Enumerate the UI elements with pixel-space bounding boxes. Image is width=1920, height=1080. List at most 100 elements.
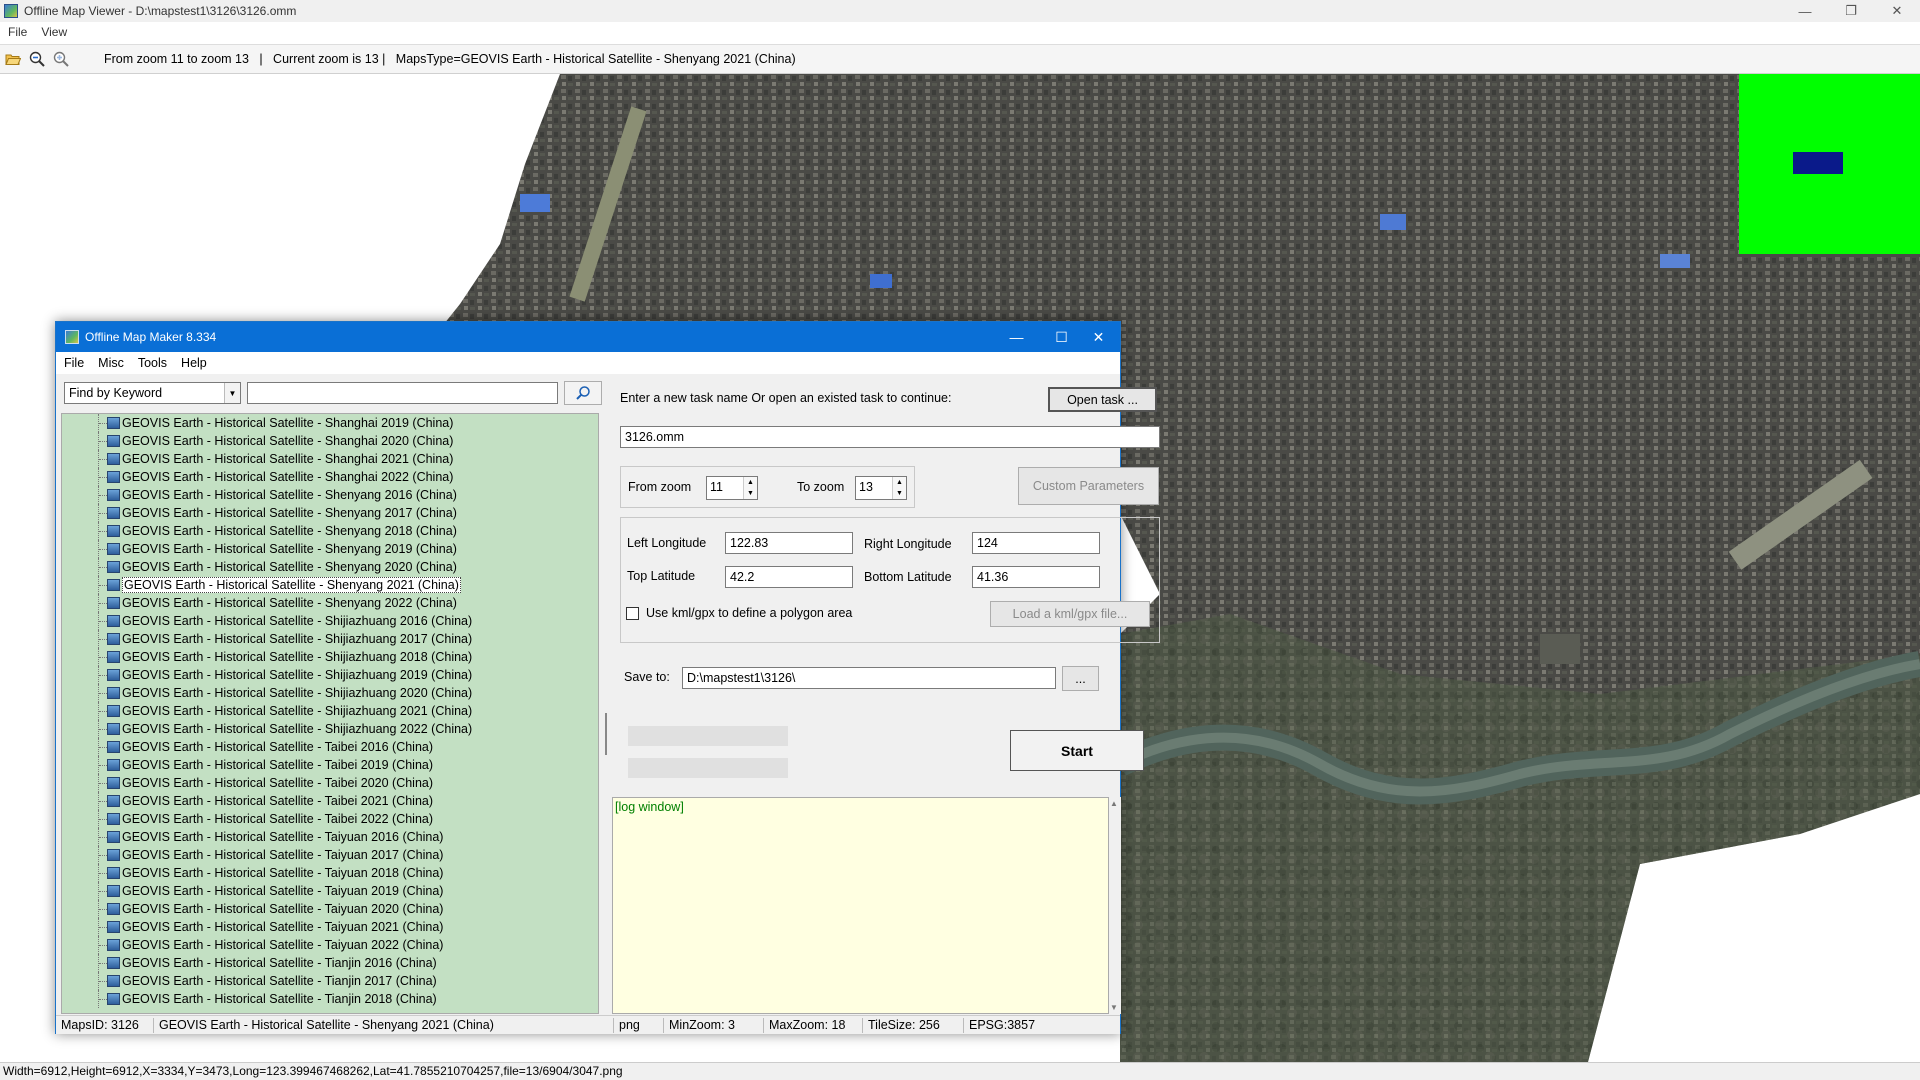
list-scrollbar[interactable] bbox=[603, 413, 609, 1014]
list-item[interactable]: GEOVIS Earth - Historical Satellite - Sh… bbox=[62, 576, 598, 594]
right-longitude-label: Right Longitude bbox=[864, 537, 952, 551]
list-item[interactable]: GEOVIS Earth - Historical Satellite - Sh… bbox=[62, 468, 598, 486]
list-item[interactable]: GEOVIS Earth - Historical Satellite - Ta… bbox=[62, 918, 598, 936]
bottom-latitude-input[interactable]: 41.36 bbox=[972, 566, 1100, 588]
list-item[interactable]: GEOVIS Earth - Historical Satellite - Ta… bbox=[62, 792, 598, 810]
list-item-label: GEOVIS Earth - Historical Satellite - Ti… bbox=[122, 974, 437, 988]
map-tile-icon bbox=[107, 507, 120, 519]
list-item[interactable]: GEOVIS Earth - Historical Satellite - Sh… bbox=[62, 432, 598, 450]
list-item[interactable]: GEOVIS Earth - Historical Satellite - Ta… bbox=[62, 900, 598, 918]
list-item[interactable]: GEOVIS Earth - Historical Satellite - Sh… bbox=[62, 558, 598, 576]
save-to-input[interactable]: D:\mapstest1\3126\ bbox=[682, 667, 1056, 689]
use-kml-checkbox[interactable] bbox=[626, 607, 639, 620]
list-item-label: GEOVIS Earth - Historical Satellite - Ta… bbox=[122, 830, 444, 844]
spinner-arrows-icon[interactable]: ▲ ▼ bbox=[743, 477, 757, 499]
open-folder-icon[interactable] bbox=[2, 48, 24, 70]
status-min-zoom: MinZoom: 3 bbox=[669, 1018, 735, 1032]
status-epsg: EPSG:3857 bbox=[969, 1018, 1036, 1032]
browse-button[interactable]: ... bbox=[1062, 666, 1099, 691]
list-item[interactable]: GEOVIS Earth - Historical Satellite - Sh… bbox=[62, 540, 598, 558]
list-item[interactable]: GEOVIS Earth - Historical Satellite - Sh… bbox=[62, 594, 598, 612]
list-item[interactable]: GEOVIS Earth - Historical Satellite - Sh… bbox=[62, 630, 598, 648]
list-item[interactable]: GEOVIS Earth - Historical Satellite - Sh… bbox=[62, 414, 598, 432]
list-item[interactable]: GEOVIS Earth - Historical Satellite - Ta… bbox=[62, 756, 598, 774]
list-item[interactable]: GEOVIS Earth - Historical Satellite - Ta… bbox=[62, 810, 598, 828]
list-item[interactable]: GEOVIS Earth - Historical Satellite - Sh… bbox=[62, 612, 598, 630]
map-tile-icon bbox=[107, 777, 120, 789]
list-item[interactable]: GEOVIS Earth - Historical Satellite - Sh… bbox=[62, 684, 598, 702]
list-item[interactable]: GEOVIS Earth - Historical Satellite - Sh… bbox=[62, 666, 598, 684]
maker-menu-file[interactable]: File bbox=[64, 356, 84, 370]
top-latitude-input[interactable]: 42.2 bbox=[725, 566, 853, 588]
map-tile-icon bbox=[107, 867, 120, 879]
scroll-up-icon[interactable]: ▲ bbox=[1110, 799, 1118, 808]
list-item[interactable]: GEOVIS Earth - Historical Satellite - Sh… bbox=[62, 720, 598, 738]
status-separator bbox=[763, 1018, 764, 1033]
viewer-restore-button[interactable]: ❐ bbox=[1828, 0, 1874, 22]
open-task-button[interactable]: Open task ... bbox=[1048, 387, 1157, 412]
start-button[interactable]: Start bbox=[1010, 730, 1144, 771]
maker-close-button[interactable]: ✕ bbox=[1076, 322, 1121, 352]
task-name-input[interactable]: 3126.omm bbox=[620, 426, 1160, 448]
map-type-list[interactable]: GEOVIS Earth - Historical Satellite - Sh… bbox=[61, 413, 599, 1014]
to-zoom-spinner[interactable]: 13 ▲ ▼ bbox=[855, 476, 907, 500]
viewer-menu-view[interactable]: View bbox=[41, 25, 67, 39]
list-item[interactable]: GEOVIS Earth - Historical Satellite - Ti… bbox=[62, 954, 598, 972]
spinner-arrows-icon[interactable]: ▲ ▼ bbox=[892, 477, 906, 499]
viewer-minimize-button[interactable]: — bbox=[1782, 0, 1828, 22]
map-tile-icon bbox=[107, 939, 120, 951]
list-item[interactable]: GEOVIS Earth - Historical Satellite - Sh… bbox=[62, 522, 598, 540]
left-longitude-input[interactable]: 122.83 bbox=[725, 532, 853, 554]
maker-titlebar[interactable]: Offline Map Maker 8.334 — ☐ ✕ bbox=[56, 322, 1120, 352]
viewer-menu-file[interactable]: File bbox=[8, 25, 27, 39]
zoom-in-icon[interactable] bbox=[50, 48, 72, 70]
list-item[interactable]: GEOVIS Earth - Historical Satellite - Sh… bbox=[62, 486, 598, 504]
list-item[interactable]: GEOVIS Earth - Historical Satellite - Ta… bbox=[62, 846, 598, 864]
search-icon bbox=[576, 386, 590, 400]
list-item[interactable]: GEOVIS Earth - Historical Satellite - Sh… bbox=[62, 504, 598, 522]
log-window[interactable]: [log window] bbox=[612, 797, 1109, 1014]
map-tile-icon bbox=[107, 669, 120, 681]
custom-parameters-button[interactable]: Custom Parameters bbox=[1018, 467, 1159, 505]
map-tile-icon bbox=[107, 687, 120, 699]
progress-bar-current bbox=[628, 758, 788, 778]
list-item[interactable]: GEOVIS Earth - Historical Satellite - Ta… bbox=[62, 774, 598, 792]
offline-map-maker-dialog: Offline Map Maker 8.334 — ☐ ✕ File Misc … bbox=[55, 321, 1160, 1034]
list-item[interactable]: GEOVIS Earth - Historical Satellite - Ta… bbox=[62, 882, 598, 900]
log-scrollbar[interactable]: ▲ ▼ bbox=[1109, 797, 1121, 1014]
list-item-label: GEOVIS Earth - Historical Satellite - Sh… bbox=[122, 452, 454, 466]
maker-menu-tools[interactable]: Tools bbox=[138, 356, 167, 370]
map-tile-icon bbox=[107, 957, 120, 969]
scroll-down-icon[interactable]: ▼ bbox=[1110, 1003, 1118, 1012]
search-input[interactable] bbox=[247, 382, 558, 404]
list-item[interactable]: GEOVIS Earth - Historical Satellite - Ta… bbox=[62, 828, 598, 846]
load-kml-button[interactable]: Load a kml/gpx file... bbox=[990, 601, 1150, 627]
map-tile-icon bbox=[107, 993, 120, 1005]
list-item[interactable]: GEOVIS Earth - Historical Satellite - Ti… bbox=[62, 990, 598, 1008]
right-longitude-input[interactable]: 124 bbox=[972, 532, 1100, 554]
list-item[interactable]: GEOVIS Earth - Historical Satellite - Sh… bbox=[62, 648, 598, 666]
from-zoom-spinner[interactable]: 11 ▲ ▼ bbox=[706, 476, 758, 500]
list-item-label: GEOVIS Earth - Historical Satellite - Ta… bbox=[122, 848, 444, 862]
minimap-viewport-box[interactable] bbox=[1793, 152, 1843, 174]
list-item[interactable]: GEOVIS Earth - Historical Satellite - Sh… bbox=[62, 450, 598, 468]
maker-minimize-button[interactable]: — bbox=[994, 322, 1039, 352]
list-item[interactable]: GEOVIS Earth - Historical Satellite - Ta… bbox=[62, 738, 598, 756]
list-scrollbar-thumb[interactable] bbox=[605, 713, 607, 755]
status-max-zoom: MaxZoom: 18 bbox=[769, 1018, 846, 1032]
list-item[interactable]: GEOVIS Earth - Historical Satellite - Ta… bbox=[62, 864, 598, 882]
maker-menu-help[interactable]: Help bbox=[181, 356, 207, 370]
list-item[interactable]: GEOVIS Earth - Historical Satellite - Sh… bbox=[62, 702, 598, 720]
maker-menu-misc[interactable]: Misc bbox=[98, 356, 124, 370]
search-button[interactable] bbox=[564, 381, 602, 405]
zoom-out-icon[interactable] bbox=[26, 48, 48, 70]
list-item-label: GEOVIS Earth - Historical Satellite - Sh… bbox=[122, 650, 473, 664]
status-format: png bbox=[619, 1018, 640, 1032]
status-separator bbox=[663, 1018, 664, 1033]
list-item[interactable]: GEOVIS Earth - Historical Satellite - Ta… bbox=[62, 936, 598, 954]
list-item-label: GEOVIS Earth - Historical Satellite - Sh… bbox=[122, 722, 473, 736]
overview-minimap[interactable] bbox=[1739, 74, 1920, 254]
list-item[interactable]: GEOVIS Earth - Historical Satellite - Ti… bbox=[62, 972, 598, 990]
find-mode-select[interactable]: Find by Keyword ▼ bbox=[64, 382, 241, 404]
viewer-close-button[interactable]: ✕ bbox=[1874, 0, 1920, 22]
